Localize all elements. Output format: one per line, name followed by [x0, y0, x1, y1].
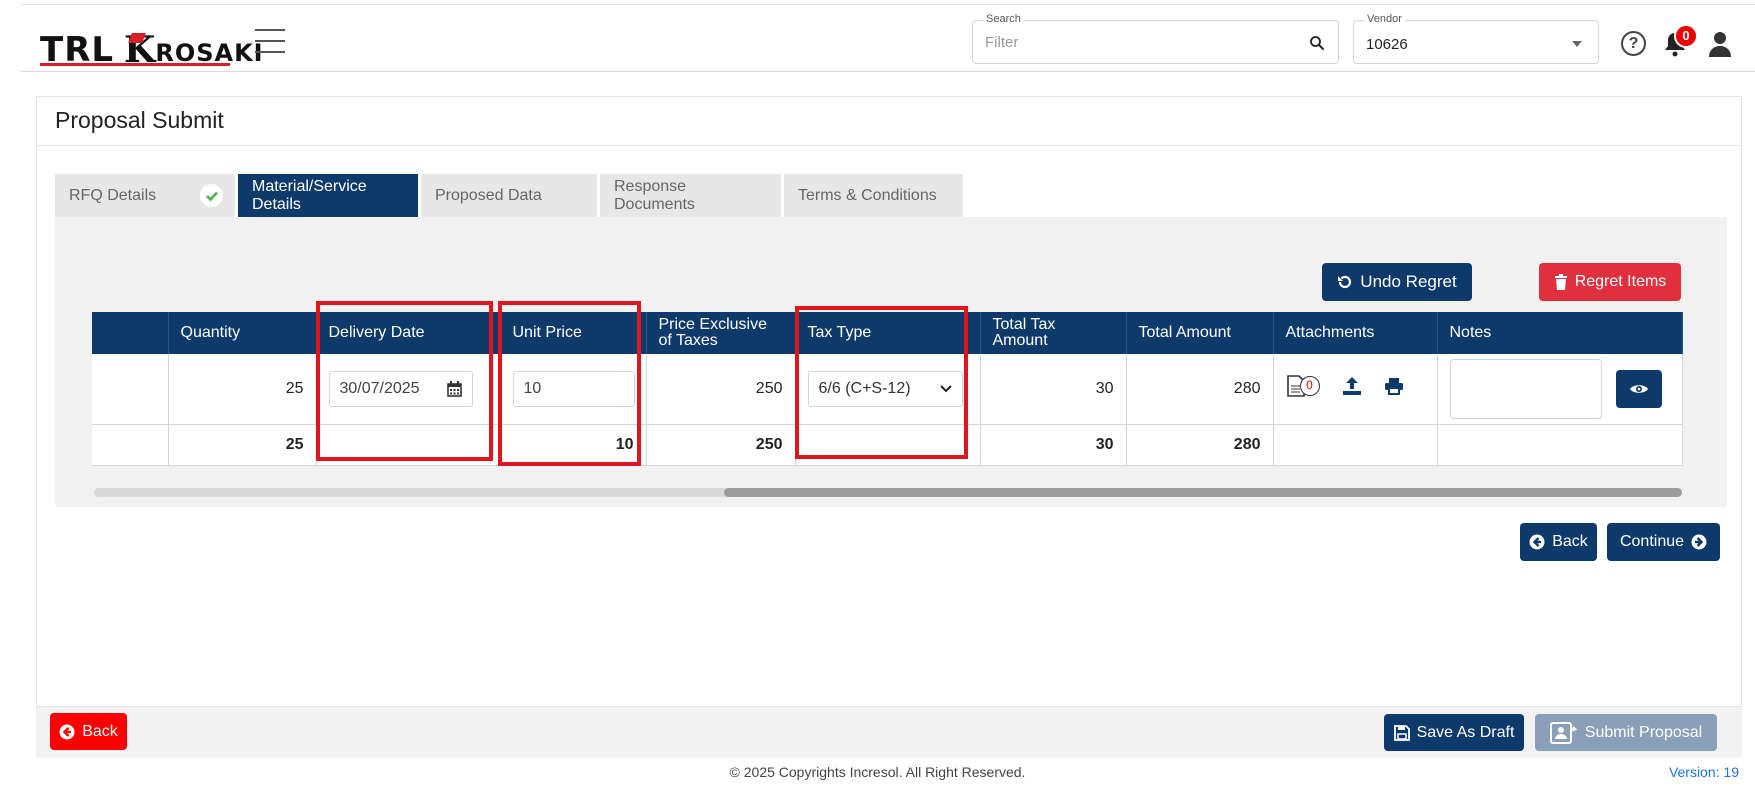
logo-underline	[40, 63, 230, 66]
attachments-cell: 0	[1273, 354, 1438, 425]
eye-icon	[1629, 385, 1648, 393]
arrow-left-circle-icon	[59, 724, 75, 739]
save-as-draft-button[interactable]: Save As Draft	[1384, 714, 1524, 751]
back-button[interactable]: Back	[1520, 523, 1597, 561]
price-excl-taxes-cell: 250	[646, 354, 796, 425]
row-blank-cell	[92, 354, 169, 425]
search-input[interactable]	[985, 34, 1285, 51]
regret-items-button[interactable]: Regret Items	[1539, 263, 1681, 301]
notes-cell	[1437, 354, 1683, 425]
upload-icon[interactable]	[1342, 376, 1362, 396]
tab-material-service-details[interactable]: Material/Service Details	[238, 174, 418, 217]
regret-items-label: Regret Items	[1574, 273, 1667, 290]
column-header-total-amount: Total Amount	[1126, 312, 1274, 354]
vendor-select[interactable]: Vendor 10626	[1353, 13, 1599, 64]
user-icon[interactable]	[1708, 30, 1732, 58]
tab-rfq-details[interactable]: RFQ Details	[55, 174, 235, 217]
save-icon	[1393, 724, 1410, 741]
continue-button[interactable]: Continue	[1607, 523, 1720, 561]
total-quantity: 25	[168, 424, 317, 466]
tab-label: Material/Service Details	[252, 177, 367, 213]
tab-label: Response Documents	[614, 177, 695, 213]
submit-proposal-label: Submit Proposal	[1584, 723, 1703, 741]
tab-terms-conditions[interactable]: Terms & Conditions	[784, 174, 963, 217]
submit-proposal-button[interactable]: Submit Proposal	[1535, 714, 1717, 751]
undo-regret-button[interactable]: Undo Regret	[1322, 263, 1472, 301]
copyright-text: © 2025 Copyrights Incresol. All Right Re…	[729, 764, 1026, 780]
view-notes-button[interactable]	[1615, 369, 1662, 408]
notification-badge: 0	[1674, 24, 1698, 48]
notes-textarea[interactable]	[1449, 358, 1602, 419]
search-label: Search	[983, 13, 1024, 25]
continue-label: Continue	[1619, 533, 1685, 550]
highlight-delivery-date	[316, 301, 493, 461]
attachment-count: 0	[1299, 376, 1320, 397]
print-icon[interactable]	[1384, 377, 1404, 396]
highlight-tax-type	[795, 306, 968, 459]
undo-regret-label: Undo Regret	[1360, 272, 1457, 291]
total-price-excl-taxes: 250	[646, 424, 796, 466]
tab-proposed-data[interactable]: Proposed Data	[421, 174, 597, 217]
trash-icon	[1554, 274, 1567, 290]
title-divider	[37, 145, 1741, 146]
menu-icon[interactable]	[255, 29, 285, 53]
column-header-blank	[92, 312, 169, 354]
total-tax-sum: 30	[980, 424, 1127, 466]
footer-back-label: Back	[82, 722, 118, 740]
back-label: Back	[1552, 533, 1588, 550]
total-notes-blank	[1437, 424, 1683, 466]
attachment-count-icon[interactable]: 0	[1286, 374, 1320, 398]
quantity-cell: 25	[168, 354, 317, 425]
vendor-label: Vendor	[1364, 13, 1405, 25]
column-header-total-tax: Total Tax Amount	[980, 312, 1127, 354]
chevron-down-icon	[1572, 41, 1582, 47]
highlight-unit-price	[498, 301, 641, 466]
totals-blank-cell	[92, 424, 169, 466]
table-horizontal-scrollbar[interactable]	[94, 488, 1682, 497]
version-text: Version: 19	[1668, 764, 1739, 780]
check-circle-icon	[200, 184, 223, 207]
column-header-attachments: Attachments	[1273, 312, 1438, 354]
footer-back-button[interactable]: Back	[50, 713, 127, 750]
total-amount-cell: 280	[1126, 354, 1274, 425]
logo-part-2-initial: K	[124, 29, 156, 71]
page-title: Proposal Submit	[55, 107, 224, 133]
arrow-right-circle-icon	[1691, 534, 1707, 550]
column-header-quantity: Quantity	[168, 312, 317, 354]
tab-label: Proposed Data	[435, 186, 542, 204]
company-logo[interactable]: TRL K ROSAKI	[40, 15, 264, 71]
search-field[interactable]: Search	[972, 13, 1339, 64]
logo-part-1: TRL	[40, 30, 115, 70]
undo-icon	[1338, 275, 1352, 289]
tab-response-documents[interactable]: Response Documents	[600, 174, 781, 217]
total-tax-cell: 30	[980, 354, 1127, 425]
tab-bar: RFQ Details Material/Service Details Pro…	[55, 174, 966, 217]
search-icon[interactable]	[1308, 34, 1326, 52]
attachment-actions: 0	[1286, 374, 1404, 398]
total-attachments-blank	[1273, 424, 1438, 466]
total-amount-sum: 280	[1126, 424, 1274, 466]
submit-user-icon	[1549, 721, 1578, 744]
scrollbar-thumb[interactable]	[724, 488, 1682, 497]
column-header-price-excl-taxes: Price Exclusive of Taxes	[646, 312, 796, 354]
column-header-notes: Notes	[1437, 312, 1683, 354]
arrow-left-circle-icon	[1529, 534, 1545, 550]
vendor-value: 10626	[1366, 36, 1408, 53]
tab-label: RFQ Details	[69, 186, 157, 204]
tab-label: Terms & Conditions	[798, 186, 937, 204]
help-icon[interactable]: ?	[1621, 31, 1646, 56]
save-as-draft-label: Save As Draft	[1416, 723, 1515, 741]
